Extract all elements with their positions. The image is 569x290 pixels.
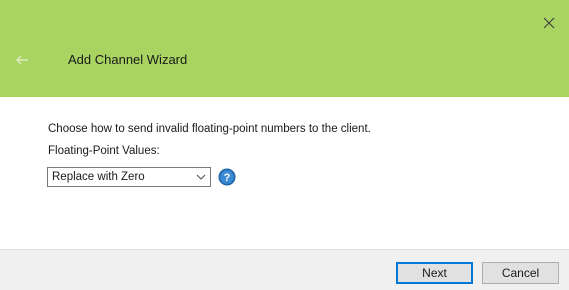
dropdown-chevron[interactable]: [192, 168, 210, 186]
floating-point-label: Floating-Point Values:: [48, 145, 160, 157]
next-button[interactable]: Next: [396, 262, 473, 284]
wizard-header: Add Channel Wizard: [0, 0, 569, 97]
wizard-title: Add Channel Wizard: [68, 52, 188, 67]
chevron-down-icon: [196, 174, 206, 180]
back-button[interactable]: [10, 50, 34, 70]
svg-text:?: ?: [224, 172, 231, 184]
instruction-text: Choose how to send invalid floating-poin…: [48, 123, 371, 135]
wizard-window: Add Channel Wizard Choose how to send in…: [0, 0, 569, 290]
help-icon: ?: [218, 168, 236, 186]
wizard-footer: Next Cancel: [0, 249, 569, 290]
close-button[interactable]: [535, 10, 563, 36]
cancel-button[interactable]: Cancel: [482, 262, 559, 284]
floating-point-selected-value: Replace with Zero: [52, 171, 145, 183]
floating-point-select[interactable]: Replace with Zero: [47, 167, 211, 187]
help-button[interactable]: ?: [218, 168, 236, 186]
close-icon: [543, 17, 555, 29]
back-arrow-icon: [16, 55, 28, 65]
wizard-body: Choose how to send invalid floating-poin…: [0, 97, 569, 249]
